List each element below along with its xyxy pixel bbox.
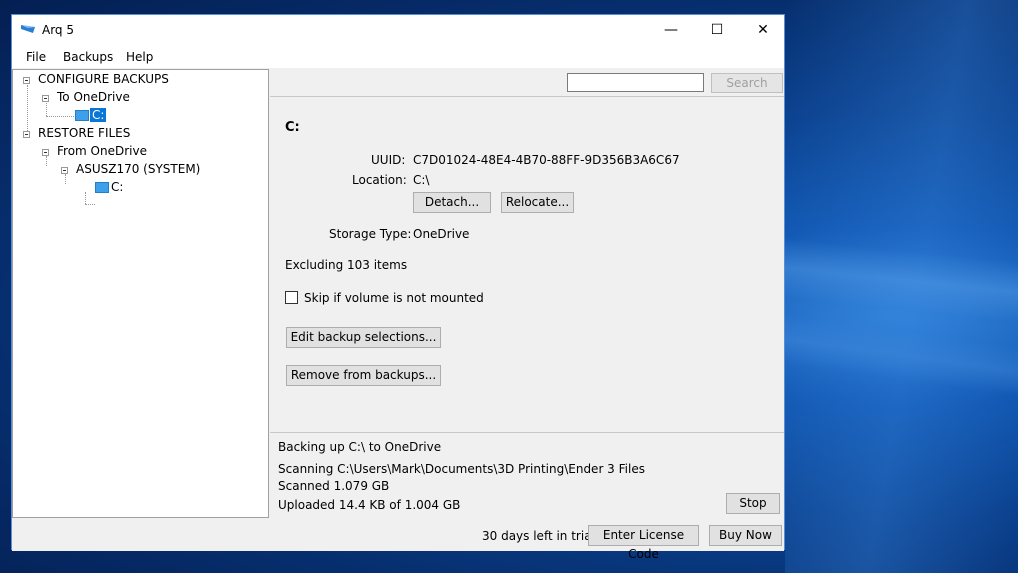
status-scanning-path: Scanning C:\Users\Mark\Documents\3D Prin… bbox=[278, 462, 645, 476]
volume-heading: C: bbox=[285, 120, 300, 135]
uuid-value: C7D01024-48E4-4B70-88FF-9D356B3A6C67 bbox=[413, 153, 680, 167]
menu-bar: File Backups Help bbox=[12, 46, 784, 68]
search-button[interactable]: Search bbox=[711, 73, 783, 93]
skip-volume-label: Skip if volume is not mounted bbox=[304, 291, 484, 305]
tree-configure-backups[interactable]: CONFIGURE BACKUPS bbox=[38, 72, 169, 86]
tree-backup-c-selected[interactable]: C: bbox=[90, 108, 107, 122]
edit-backup-selections-button[interactable]: Edit backup selections... bbox=[286, 327, 441, 348]
location-value: C:\ bbox=[413, 173, 430, 187]
search-input[interactable] bbox=[567, 73, 704, 92]
trial-status: 30 days left in trial bbox=[482, 529, 595, 543]
menu-backups[interactable]: Backups bbox=[63, 50, 113, 64]
tree-guide bbox=[85, 192, 86, 204]
arq-logo-icon bbox=[20, 23, 36, 35]
title-bar[interactable]: Arq 5 — ☐ ✕ bbox=[12, 15, 784, 46]
maximize-button[interactable]: ☐ bbox=[694, 15, 740, 46]
collapse-toggle[interactable] bbox=[61, 167, 68, 174]
menu-file[interactable]: File bbox=[26, 50, 46, 64]
skip-volume-checkbox[interactable] bbox=[285, 291, 298, 304]
footer-bar: 30 days left in trial Enter License Code… bbox=[12, 518, 784, 561]
status-backing-up: Backing up C:\ to OneDrive bbox=[278, 440, 442, 454]
tree-restore-c[interactable]: C: bbox=[111, 180, 123, 194]
tree-guide bbox=[46, 103, 47, 116]
tree-guide bbox=[46, 116, 76, 117]
folder-icon bbox=[95, 182, 109, 193]
enter-license-code-button[interactable]: Enter License Code bbox=[588, 525, 699, 561]
tree-from-onedrive[interactable]: From OneDrive bbox=[57, 144, 147, 158]
storage-type-label: Storage Type: bbox=[329, 227, 412, 241]
buy-now-button[interactable]: Buy Now bbox=[709, 525, 782, 546]
remove-from-backups-button[interactable]: Remove from backups... bbox=[286, 365, 441, 386]
stop-button[interactable]: Stop bbox=[726, 493, 780, 514]
window-title: Arq 5 bbox=[42, 23, 74, 37]
detail-pane: Search C: UUID: C7D01024-48E4-4B70-88FF-… bbox=[270, 69, 784, 518]
close-button[interactable]: ✕ bbox=[740, 15, 786, 46]
tree-asusz170-system[interactable]: ASUSZ170 (SYSTEM) bbox=[76, 162, 200, 176]
backup-tree: CONFIGURE BACKUPS To OneDrive C: RESTORE… bbox=[12, 69, 269, 518]
tree-guide bbox=[85, 204, 95, 205]
tree-to-onedrive[interactable]: To OneDrive bbox=[57, 90, 130, 104]
collapse-toggle[interactable] bbox=[42, 95, 49, 102]
menu-help[interactable]: Help bbox=[126, 50, 153, 64]
tree-restore-files[interactable]: RESTORE FILES bbox=[38, 126, 130, 140]
excluding-count: Excluding 103 items bbox=[285, 258, 408, 272]
tree-guide bbox=[46, 156, 47, 166]
collapse-toggle[interactable] bbox=[23, 131, 30, 138]
collapse-toggle[interactable] bbox=[42, 149, 49, 156]
status-scanned: Scanned 1.079 GB bbox=[278, 479, 390, 493]
minimize-button[interactable]: — bbox=[648, 15, 694, 46]
storage-type-value: OneDrive bbox=[413, 227, 470, 241]
relocate-button[interactable]: Relocate... bbox=[501, 192, 574, 213]
detach-button[interactable]: Detach... bbox=[413, 192, 491, 213]
folder-icon bbox=[75, 110, 89, 121]
search-bar: Search bbox=[270, 69, 784, 97]
uuid-label: UUID: bbox=[371, 153, 406, 167]
backup-status: Backing up C:\ to OneDrive Scanning C:\U… bbox=[270, 432, 784, 519]
status-uploaded: Uploaded 14.4 KB of 1.004 GB bbox=[278, 498, 461, 512]
app-window: Arq 5 — ☐ ✕ File Backups Help CONFIGURE … bbox=[11, 14, 785, 561]
tree-guide bbox=[65, 174, 66, 184]
tree-guide bbox=[27, 85, 28, 135]
collapse-toggle[interactable] bbox=[23, 77, 30, 84]
location-label: Location: bbox=[352, 173, 407, 187]
